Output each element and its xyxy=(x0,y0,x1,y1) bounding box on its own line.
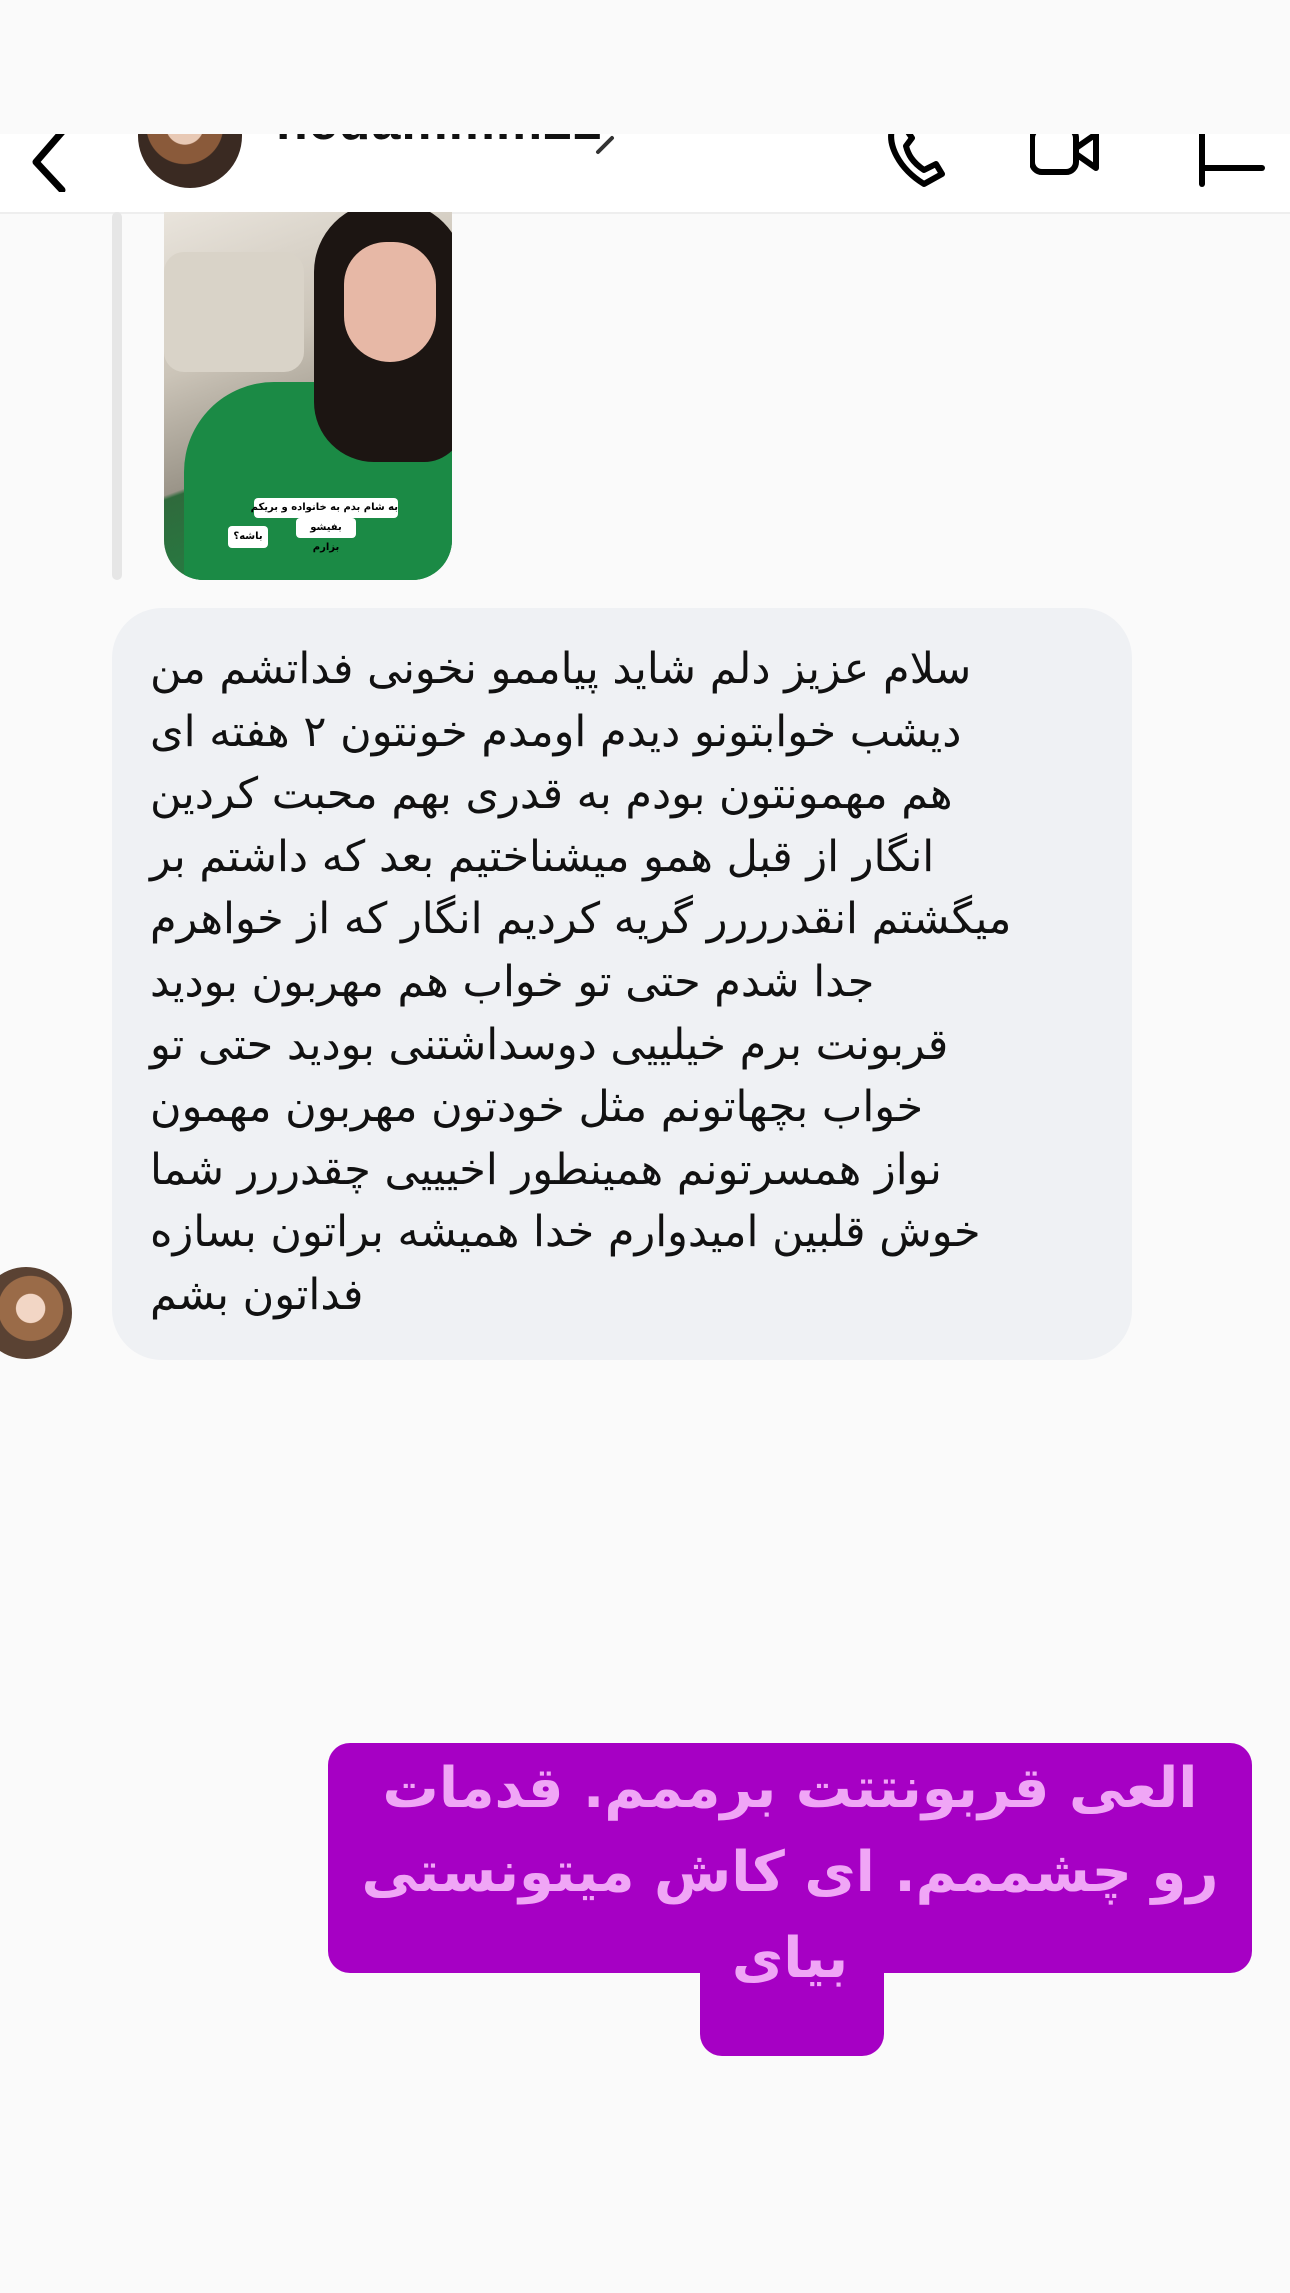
avatar[interactable] xyxy=(138,134,242,188)
story-sofa xyxy=(164,252,304,372)
story-face xyxy=(344,242,436,362)
outgoing-message-line: العی قربونتتت برممم. قدمات xyxy=(382,1756,1198,1821)
message-line: قربونت برم خیلییی دوسداشتنی بودید حتی تو xyxy=(150,1019,949,1070)
message-line: میگشتم انقدرررر گریه کردیم انگار که از خ… xyxy=(150,894,1012,945)
message-line: نواز همسرتونم همینطور اخیییی چقدررر شما xyxy=(150,1144,942,1195)
phone-icon[interactable] xyxy=(884,134,954,194)
chevron-right-icon[interactable] xyxy=(594,134,618,156)
message-line: خواب بچهاتونم مثل خودتون مهربون مهمون xyxy=(150,1082,924,1133)
message-line: جدا شدم حتی تو خواب هم مهربون بودید xyxy=(150,956,875,1007)
message-line: خوش قلبین امیدوارم خدا همیشه براتون بساز… xyxy=(150,1207,981,1258)
message-line: هم مهمونتون بودم به قدری بهم محبت کردین xyxy=(150,769,953,820)
username[interactable]: neda‌mmm22 xyxy=(276,134,603,152)
sender-avatar[interactable] xyxy=(0,1267,72,1359)
story-caption: بفیشو بزارم xyxy=(296,518,356,553)
message-line: سلام عزیز دلم شاید پیاممو نخونی فداتشم م… xyxy=(150,644,972,694)
story-caption: باشه؟ xyxy=(228,526,268,548)
video-camera-icon[interactable] xyxy=(1030,134,1100,194)
outgoing-message-line: رو چشممم. ای کاش میتونستی xyxy=(361,1840,1219,1905)
incoming-message-bubble[interactable]: سلام عزیز دلم شاید پیاممو نخونی فداتشم م… xyxy=(112,608,1132,1360)
message-line: انگار از قبل همو میشناختیم بعد که داشتم … xyxy=(150,831,935,882)
chevron-left-icon[interactable] xyxy=(24,134,74,192)
outgoing-message-line: بیای xyxy=(731,1926,849,1991)
story-caption: به شام بدم به خانواده و بریکم xyxy=(251,498,398,518)
message-line: فداتون بشم xyxy=(150,1269,364,1320)
message-line: دیشب خوابتونو دیدم اومدم خونتون ۲ هفته ا… xyxy=(150,706,962,757)
chat-header: neda‌mmm22 xyxy=(0,134,1290,214)
story-reply-thumbnail[interactable]: به شام بدم به خانواده و بریکم بفیشو بزار… xyxy=(164,212,452,580)
reply-indicator-bar xyxy=(112,212,122,580)
flag-icon[interactable] xyxy=(1196,134,1266,194)
status-bar-area xyxy=(0,0,1290,134)
